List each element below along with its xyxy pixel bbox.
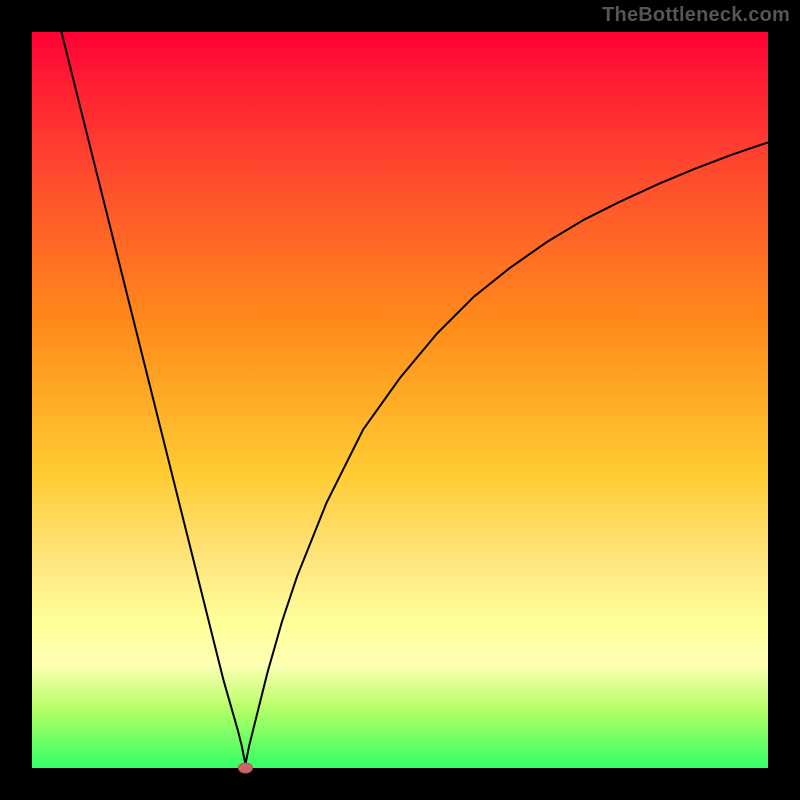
chart-frame: TheBottleneck.com (0, 0, 800, 800)
curve-layer (32, 32, 768, 768)
bottleneck-curve (61, 32, 768, 764)
watermark-text: TheBottleneck.com (602, 4, 790, 27)
marker-dot (238, 763, 252, 773)
plot-area (32, 32, 768, 768)
